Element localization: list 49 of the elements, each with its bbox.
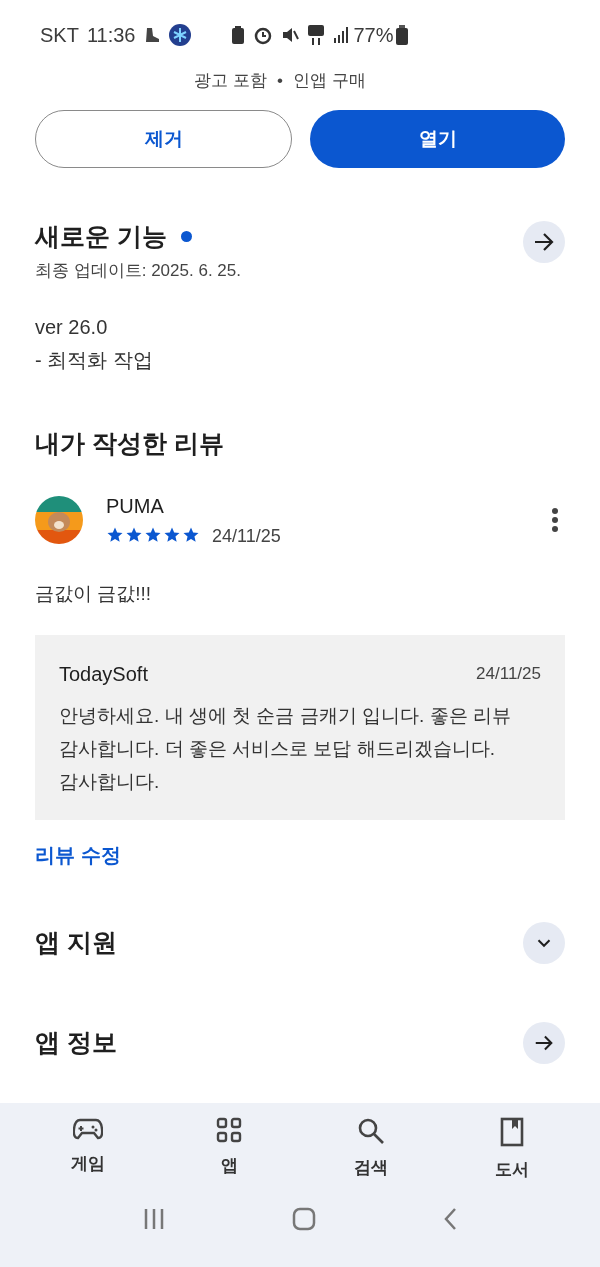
signal-icon — [333, 26, 350, 44]
back-icon[interactable] — [442, 1207, 457, 1231]
in-app-purchase-label: 인앱 구매 — [292, 70, 366, 93]
gamepad-icon — [72, 1117, 103, 1141]
reply-date: 24/11/25 — [476, 663, 541, 686]
edit-review-link[interactable]: 리뷰 수정 — [0, 840, 600, 870]
star-icon — [106, 526, 124, 544]
kebab-menu-icon — [551, 507, 559, 533]
nav-tab[interactable]: 게임 — [17, 1117, 159, 1199]
arrow-right-icon — [533, 232, 555, 252]
uninstall-button[interactable]: 제거 — [35, 110, 292, 168]
star-icon — [125, 526, 143, 544]
arrow-button[interactable] — [523, 1022, 565, 1064]
shoe-icon — [143, 26, 162, 44]
clock-text: 11:36 — [86, 23, 136, 48]
review-date: 24/11/25 — [212, 524, 281, 548]
app-grid-icon — [216, 1117, 243, 1143]
open-button[interactable]: 열기 — [310, 110, 565, 168]
ads-label: 광고 포함 — [194, 70, 267, 93]
nav-tab[interactable]: 도서 — [441, 1117, 583, 1199]
release-note-text: ver 26.0 — [35, 315, 109, 340]
battery-icon — [395, 25, 408, 45]
home-icon[interactable] — [292, 1207, 316, 1231]
review-text: 금값이 금값!!! — [34, 581, 153, 606]
section-title: 내가 작성한 리뷰 — [34, 428, 225, 459]
release-note-text: - 최적화 작업 — [35, 348, 154, 373]
section-title: 새로운 기능 — [35, 221, 167, 252]
star-icon — [182, 526, 200, 544]
last-updated-text: 최종 업데이트: 2025. 6. 25. — [35, 259, 241, 282]
arrow-button[interactable] — [523, 221, 565, 263]
asterisk-app-icon — [169, 24, 192, 46]
book-icon — [500, 1117, 525, 1147]
alarm-icon — [253, 25, 274, 45]
mute-icon — [281, 26, 300, 44]
section-title: 앱 정보 — [35, 1027, 117, 1059]
nav-tab[interactable]: 검색 — [300, 1117, 442, 1199]
star-icon — [144, 526, 162, 544]
carrier-text: SKT — [40, 23, 79, 48]
reviewer-name: PUMA — [106, 493, 165, 519]
nav-tab[interactable]: 앱 — [158, 1117, 300, 1199]
developer-name: TodaySoft — [59, 662, 148, 687]
battery-percent-text: 77% — [353, 23, 394, 48]
search-icon — [356, 1117, 385, 1145]
battery-saver-icon — [231, 25, 246, 45]
reply-text: 안녕하세요. 내 생에 첫 순금 금캐기 입니다. 좋은 리뷰 감사합니다. 더 좋은 서비스로 보답 해드리겠습니다. 감사합니다. — [59, 704, 512, 794]
separator-dot: • — [277, 70, 283, 93]
star-icon — [163, 526, 181, 544]
recent-apps-icon[interactable] — [143, 1208, 166, 1230]
section-title: 앱 지원 — [35, 927, 117, 959]
